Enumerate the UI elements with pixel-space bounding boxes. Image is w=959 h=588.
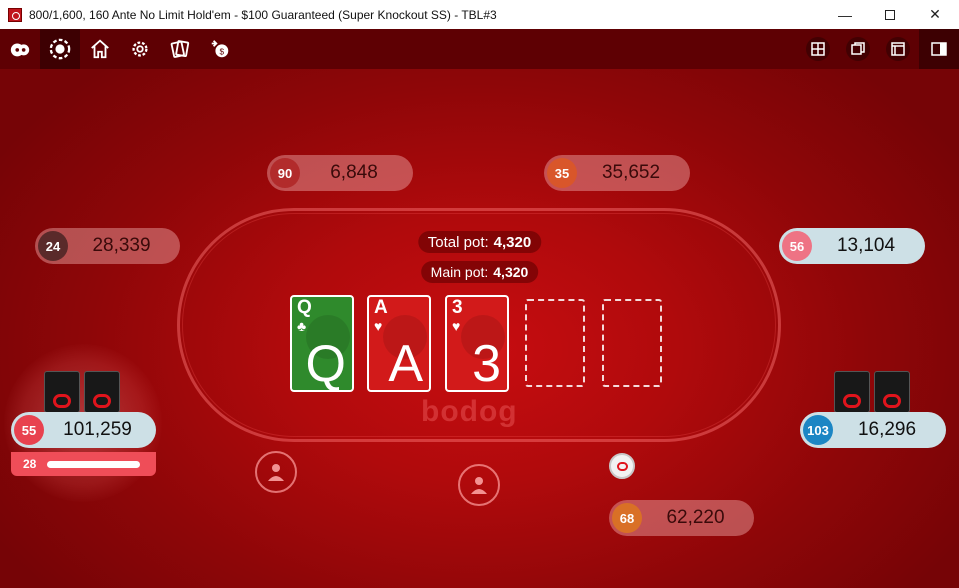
timer-bar (47, 460, 140, 468)
bodog-logo-icon (883, 394, 901, 408)
window-icon (891, 42, 905, 56)
poker-chip-icon (49, 38, 71, 60)
player-level-badge: 68 (612, 503, 642, 533)
person-icon (471, 477, 487, 494)
cascade-windows-button[interactable] (846, 37, 870, 61)
player-level-badge: 24 (38, 231, 68, 261)
player-seat-6[interactable]: 103 16,296 (800, 412, 946, 448)
card-rank-large: A (388, 335, 423, 392)
person-icon (268, 464, 284, 481)
close-button[interactable]: ✕ (912, 0, 958, 29)
window-mode-button[interactable] (886, 37, 910, 61)
hole-card-back (874, 371, 910, 413)
player-seat-4[interactable]: 56 13,104 (779, 228, 925, 264)
action-timer: 28 (11, 452, 156, 476)
bodog-logo-icon (843, 394, 861, 408)
bodog-logo-icon (93, 394, 111, 408)
settings-icon (132, 41, 148, 57)
player-seat-3[interactable]: 24 28,339 (35, 228, 180, 264)
bodog-logo-icon (616, 461, 628, 471)
player-seat-1[interactable]: 90 6,848 (267, 155, 413, 191)
home-icon (91, 39, 109, 59)
sidebar-icon (931, 42, 947, 56)
board-card-1: Q ♣ Q (290, 295, 354, 392)
card-suit: ♥ (374, 318, 383, 334)
window-title: 800/1,600, 160 Ante No Limit Hold'em - $… (29, 7, 497, 22)
poker-table: Total pot: 4,320 Main pot: 4,320 Q ♣ Q A ♥… (0, 69, 959, 588)
tile-icon (811, 42, 825, 56)
maximize-icon (885, 9, 895, 20)
cards-icon (170, 40, 190, 58)
table-chip-button[interactable] (40, 29, 80, 69)
empty-seat[interactable] (458, 464, 500, 506)
player-level-badge: 90 (270, 158, 300, 188)
player-level-badge: 56 (782, 231, 812, 261)
river-card-slot (602, 299, 662, 387)
player-seat-2[interactable]: 35 35,652 (544, 155, 690, 191)
title-bar: 800/1,600, 160 Ante No Limit Hold'em - $… (0, 0, 959, 29)
player-seat-7[interactable]: 68 62,220 (609, 500, 754, 536)
card-rank-large: 3 (472, 335, 501, 392)
app-icon (8, 7, 22, 22)
empty-seat[interactable] (255, 451, 297, 493)
rebuy-button[interactable]: $ (200, 29, 240, 69)
lobby-button[interactable] (0, 29, 40, 69)
bodog-watermark: bodog (421, 395, 518, 428)
board-card-3: 3 ♥ 3 (445, 295, 509, 392)
card-rank: 3 (452, 297, 463, 318)
hole-card-back (84, 371, 120, 413)
total-pot-label: Total pot: (427, 233, 489, 251)
main-pot-label: Main pot: (430, 264, 489, 280)
maximize-button[interactable] (867, 0, 913, 29)
player-level-badge: 55 (14, 415, 44, 445)
timer-seconds: 28 (23, 457, 37, 471)
main-pot-value: 4,320 (493, 264, 529, 280)
card-rank: Q (297, 297, 312, 318)
card-suit: ♥ (452, 318, 461, 334)
card-rank-large: Q (305, 335, 346, 392)
player-level-badge: 103 (803, 415, 833, 445)
main-pot: Main pot: 4,320 (420, 261, 539, 283)
player-level-badge: 35 (547, 158, 577, 188)
cascade-icon (851, 42, 865, 55)
minimize-button[interactable]: — (822, 0, 868, 29)
hole-card-back (834, 371, 870, 413)
home-button[interactable] (80, 29, 120, 69)
settings-button[interactable] (120, 29, 160, 69)
card-suit: ♣ (297, 318, 307, 334)
dealer-button (609, 453, 635, 479)
total-pot: Total pot: 4,320 (417, 231, 542, 253)
rebuy-icon: $ (211, 40, 229, 58)
svg-text:$: $ (220, 48, 225, 57)
lobby-icon (10, 43, 30, 57)
hand-history-button[interactable] (160, 29, 200, 69)
turn-card-slot (525, 299, 585, 387)
tile-windows-button[interactable] (806, 37, 830, 61)
toggle-sidebar-button[interactable] (919, 29, 959, 69)
total-pot-value: 4,320 (493, 233, 532, 251)
board-card-2: A ♥ A (367, 295, 431, 392)
player-seat-5[interactable]: 55 101,259 (11, 412, 156, 448)
bodog-logo-icon (53, 394, 71, 408)
hole-card-back (44, 371, 80, 413)
table-toolbar: $ (0, 29, 959, 69)
card-rank: A (374, 297, 388, 318)
